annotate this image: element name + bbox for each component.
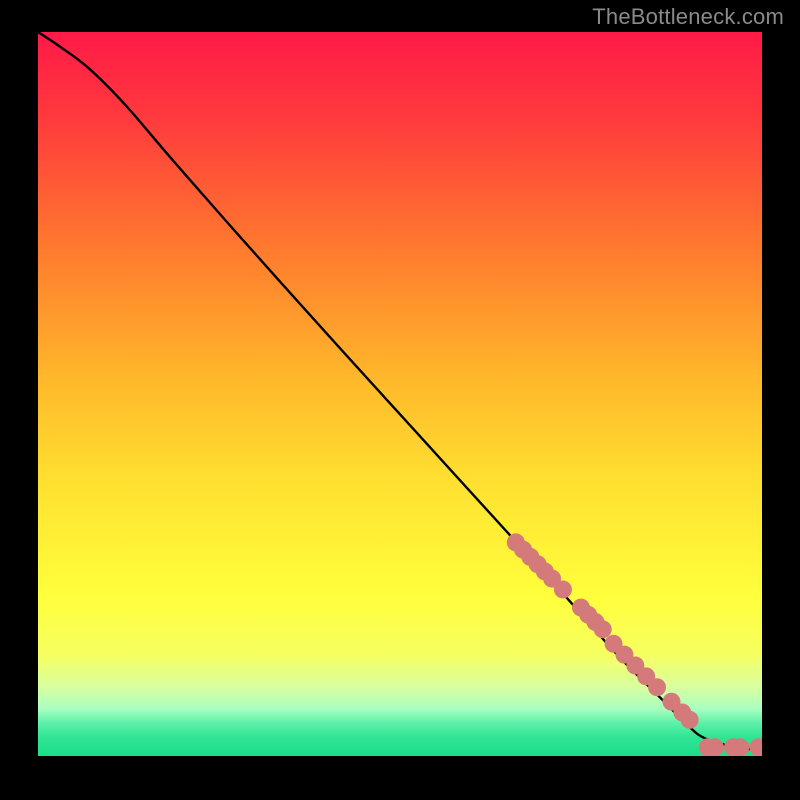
- chart-background: [38, 32, 762, 756]
- data-point: [648, 678, 666, 696]
- data-point: [681, 711, 699, 729]
- attribution-text: TheBottleneck.com: [592, 4, 784, 30]
- chart-frame: TheBottleneck.com: [0, 0, 800, 800]
- data-point: [731, 738, 749, 756]
- chart-svg: [38, 32, 762, 756]
- data-point: [554, 580, 572, 598]
- data-point: [706, 738, 724, 756]
- data-point: [594, 620, 612, 638]
- plot-area: [38, 32, 762, 756]
